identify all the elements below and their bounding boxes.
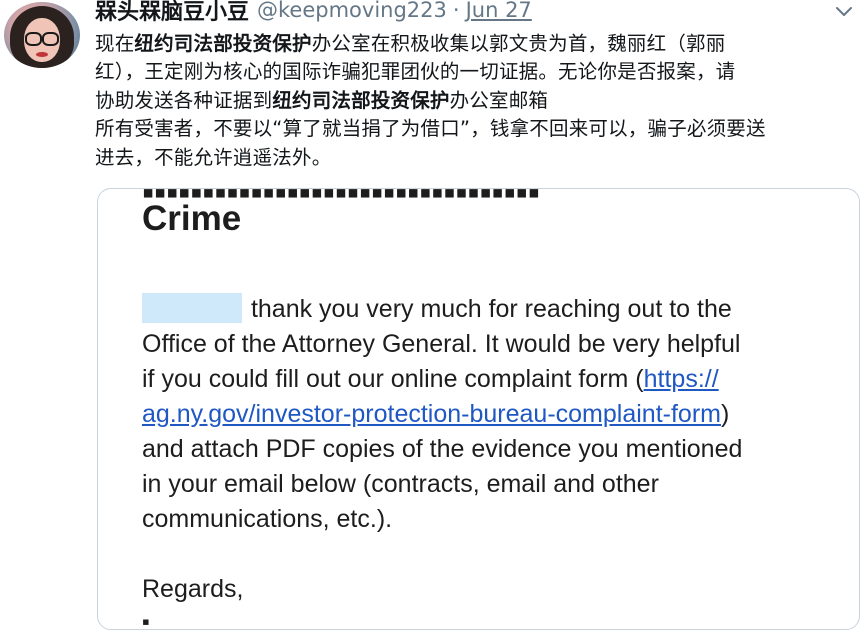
tweet-text-line: 进去，不能允许逍遥法外。: [95, 144, 860, 172]
avatar[interactable]: [4, 2, 80, 68]
display-name[interactable]: 槑头槑脑豆小豆: [95, 0, 249, 26]
tweet-text: 现在纽约司法部投资保护办公室在积极收集以郭文贵为首，魏丽红（郭丽 红），王定刚为核…: [95, 30, 860, 172]
email-line-6: in your email below (contracts, email an…: [142, 470, 659, 498]
attached-image-card[interactable]: ▪▪▪▪▪▪▪▪▪▪▪▪▪▪▪▪▪▪▪▪▪▪▪▪▪▪▪▪▪▪▪▪▪ Crime …: [97, 188, 860, 630]
tweet-text-segment: 红），王定刚为核心的国际诈骗犯罪团伙的一切证据。无论你是否报案，请: [95, 60, 736, 84]
tweet-date[interactable]: Jun 27: [466, 0, 532, 22]
tweet-text-segment: 进去，不能允许逍遥法外。: [95, 145, 332, 169]
email-line-5: and attach PDF copies of the evidence yo…: [142, 435, 743, 463]
tweet-text-line: 所有受害者，不要以“算了就当捐了为借口”，钱拿不回来可以，骗子必须要送: [95, 115, 860, 143]
email-body: thank you very much for reaching out to …: [142, 292, 842, 537]
email-line-1: thank you very much for reaching out to …: [142, 292, 842, 327]
chevron-down-icon[interactable]: [832, 0, 856, 22]
redacted-name: [142, 293, 242, 323]
header-separator: ·: [452, 0, 460, 22]
tweet-text-line: 协助发送各种证据到纽约司法部投资保护办公室邮箱: [95, 87, 860, 115]
tweet-text-bold: 纽约司法部投资保护: [134, 32, 312, 55]
tweet-header: 槑头槑脑豆小豆 @keepmoving223 · Jun 27: [95, 0, 532, 26]
avatar-glasses-right: [42, 32, 59, 46]
email-line-2: Office of the Attorney General. It would…: [142, 330, 741, 358]
email-line-3: if you could fill out our online complai…: [142, 362, 842, 397]
tweet-text-segment: 协助发送各种证据到: [95, 88, 273, 112]
avatar-glasses-left: [25, 32, 42, 46]
tweet-text-segment: 所有受害者，不要以“算了就当捐了为借口”，钱拿不回来可以，骗子必须要送: [95, 117, 766, 141]
line3-text: if you could fill out our online complai…: [142, 365, 644, 393]
email-title: Crime: [142, 199, 242, 238]
tweet-text-segment: 现在: [95, 32, 135, 55]
complaint-form-link[interactable]: ag.ny.gov/investor-protection-bureau-com…: [142, 400, 721, 428]
tweet-text-segment: 办公室邮箱: [449, 88, 549, 112]
tweet-text-line: 红），王定刚为核心的国际诈骗犯罪团伙的一切证据。无论你是否报案，请: [95, 58, 860, 86]
email-regards: Regards,: [142, 575, 244, 603]
tweet-text-line: 现在纽约司法部投资保护办公室在积极收集以郭文贵为首，魏丽红（郭丽: [95, 30, 860, 58]
greeting-text: thank you very much for reaching out to …: [250, 295, 732, 323]
user-handle[interactable]: @keepmoving223: [257, 0, 447, 22]
avatar-lips: [36, 52, 48, 57]
email-line-7: communications, etc.).: [142, 505, 393, 533]
complaint-form-link-start[interactable]: https://: [644, 365, 719, 393]
line4-text: ): [720, 400, 730, 428]
cut-off-signature: ▪: [142, 609, 150, 630]
tweet-text-segment: 办公室在积极收集以郭文贵为首，魏丽红（郭丽: [311, 32, 726, 55]
tweet-text-bold: 纽约司法部投资保护: [272, 88, 450, 112]
email-line-4: ag.ny.gov/investor-protection-bureau-com…: [142, 397, 842, 432]
